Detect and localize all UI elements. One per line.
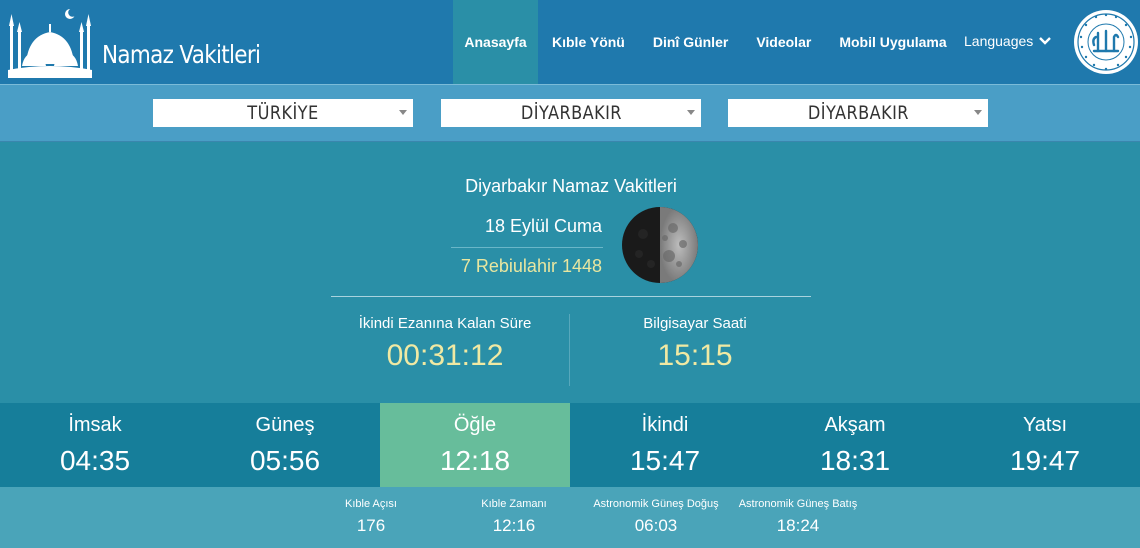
- info-label: Astronomik Güneş Batış: [738, 498, 858, 510]
- info-label: Kıble Açısı: [345, 498, 397, 510]
- prayer-time: 05:56: [249, 445, 321, 476]
- prayer-yatsi: Yatsı 19:47: [950, 403, 1140, 487]
- site-header: Namaz Vakitleri Anasayfa Kıble Yönü Dinî…: [0, 0, 1140, 84]
- extra-info-bar: Kıble Açısı 176 Kıble Zamanı 12:16 Astro…: [0, 487, 1140, 548]
- prayer-name: Yatsı: [1022, 414, 1068, 436]
- prayer-aksam: Akşam 18:31: [760, 403, 950, 487]
- location-selector-bar: TÜRKİYE DİYARBAKIR DİYARBAKIR: [0, 84, 1140, 142]
- mosque-logo-icon[interactable]: [6, 6, 94, 78]
- nav-mobile-app[interactable]: Mobil Uygulama: [825, 0, 960, 84]
- info-value: 06:03: [634, 516, 678, 535]
- qibla-time: Kıble Zamanı 12:16: [464, 498, 564, 536]
- prayer-ogle: Öğle 12:18: [380, 403, 570, 487]
- prayer-gunes: Güneş 05:56: [190, 403, 380, 487]
- clock-label: Bilgisayar Saati: [643, 315, 747, 332]
- astronomical-sunset: Astronomik Güneş Batış 18:24: [728, 498, 868, 536]
- prayer-imsak: İmsak 04:35: [0, 403, 190, 487]
- nav-religious-days[interactable]: Dinî Günler: [639, 0, 742, 84]
- nav-home[interactable]: Anasayfa: [453, 0, 538, 84]
- country-select-value: TÜRKİYE: [247, 102, 319, 124]
- country-select[interactable]: TÜRKİYE: [153, 99, 413, 127]
- prayer-times-row: İmsak 04:35 Güneş 05:56 Öğle 12:18 İkind…: [0, 403, 1140, 487]
- brand-title[interactable]: Namaz Vakitleri: [102, 40, 261, 69]
- caret-down-icon: [974, 110, 982, 115]
- info-value: 176: [356, 516, 386, 535]
- prayer-name: İkindi: [641, 414, 689, 436]
- main-divider: [331, 296, 811, 297]
- prayer-ikindi: İkindi 15:47: [570, 403, 760, 487]
- info-label: Kıble Zamanı: [481, 498, 547, 510]
- chevron-down-icon: [1039, 37, 1052, 45]
- district-select-value: DİYARBAKIR: [807, 102, 909, 124]
- nav-videos[interactable]: Videolar: [742, 0, 825, 84]
- gregorian-date: 18 Eylül Cuma: [484, 216, 602, 236]
- diyanet-seal-icon[interactable]: [1072, 7, 1140, 77]
- info-value: 12:16: [492, 516, 536, 535]
- hijri-date: 7 Rebiulahir 1448: [460, 256, 602, 276]
- district-select[interactable]: DİYARBAKIR: [728, 99, 988, 127]
- province-select[interactable]: DİYARBAKIR: [441, 99, 701, 127]
- prayer-name: Öğle: [453, 414, 497, 436]
- languages-label: Languages: [964, 33, 1034, 49]
- info-label: Astronomik Güneş Doğuş: [593, 498, 719, 510]
- caret-down-icon: [399, 110, 407, 115]
- province-select-value: DİYARBAKIR: [520, 102, 622, 124]
- prayer-time: 15:47: [629, 445, 701, 476]
- prayer-name: Güneş: [255, 414, 315, 436]
- nav-qibla-direction[interactable]: Kıble Yönü: [538, 0, 639, 84]
- astronomical-sunrise: Astronomik Güneş Doğuş 06:03: [584, 498, 728, 536]
- info-value: 18:24: [776, 516, 820, 535]
- prayer-time: 12:18: [439, 445, 511, 476]
- date-divider: [451, 247, 603, 248]
- prayer-name: İmsak: [68, 414, 122, 436]
- moon-phase-icon: [622, 207, 698, 283]
- counter-divider: [569, 314, 570, 386]
- city-title: Diyarbakır Namaz Vakitleri: [465, 176, 677, 196]
- clock-value: 15:15: [657, 339, 733, 372]
- main-nav: Anasayfa Kıble Yönü Dinî Günler Videolar…: [453, 0, 961, 84]
- countdown-label: İkindi Ezanına Kalan Süre: [358, 315, 532, 332]
- prayer-time: 04:35: [59, 445, 131, 476]
- prayer-time: 19:47: [1009, 445, 1081, 476]
- languages-dropdown[interactable]: Languages: [964, 33, 1052, 49]
- prayer-time: 18:31: [819, 445, 891, 476]
- today-panel: Diyarbakır Namaz Vakitleri 18 Eylül Cuma…: [0, 142, 1140, 403]
- countdown-value: 00:31:12: [386, 339, 504, 372]
- prayer-name: Akşam: [824, 414, 886, 436]
- caret-down-icon: [687, 110, 695, 115]
- qibla-angle: Kıble Açısı 176: [331, 498, 411, 536]
